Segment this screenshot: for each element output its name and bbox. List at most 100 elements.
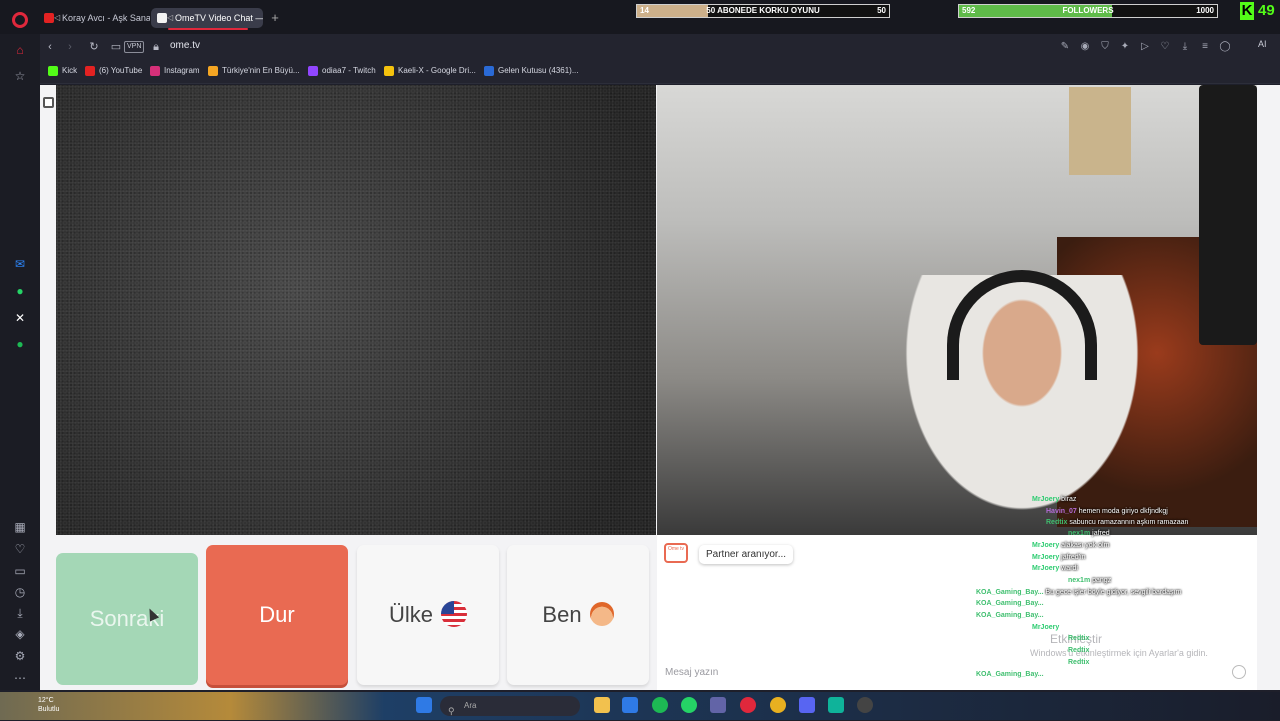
- weather-widget[interactable]: 12°C Bulutlu: [38, 696, 59, 714]
- tab-snap-icon[interactable]: ▭: [108, 39, 124, 55]
- bookmark-twitch[interactable]: odiaa7 - Twitch: [308, 66, 376, 76]
- subscriber-goal-label: 50 ABONEDE KORKU OYUNU: [706, 6, 820, 15]
- lock-icon[interactable]: 🔒︎: [148, 39, 164, 55]
- x-icon[interactable]: ✕: [12, 310, 28, 326]
- ai-button[interactable]: AI: [1258, 39, 1267, 49]
- opera-icon[interactable]: [740, 697, 756, 713]
- download-icon[interactable]: ⤓: [1178, 39, 1192, 55]
- tab-strip: ◁ Koray Avcı - Aşk Sana ◁ OmeTV Video Ch…: [0, 0, 1280, 34]
- forward-icon[interactable]: ›: [62, 39, 78, 55]
- messenger-icon[interactable]: ✉: [12, 256, 28, 272]
- avatar-icon: [589, 602, 614, 626]
- vpn-badge[interactable]: VPN: [124, 41, 145, 53]
- taskbar-search[interactable]: ⚲ Ara: [440, 696, 580, 716]
- new-tab-plus-icon[interactable]: +: [268, 11, 282, 25]
- tab-music[interactable]: ◁ Koray Avcı - Aşk Sana: [38, 8, 150, 28]
- play-icon[interactable]: ▷: [1138, 39, 1152, 55]
- spotify-icon[interactable]: ●: [12, 336, 28, 352]
- stream-chat-username: MrJoery: [1032, 565, 1060, 572]
- google-drive-icon: [384, 66, 394, 76]
- url-field[interactable]: ome.tv: [170, 40, 200, 51]
- search-icon: ⚲: [448, 706, 455, 716]
- sound-icon[interactable]: ◁: [167, 8, 173, 28]
- follower-goal-bar: 592 FOLLOWERS 1000: [958, 4, 1218, 18]
- follower-target: 1000: [1196, 6, 1214, 15]
- stream-chat-line: KOA_Gaming_Bay... Bu gece işler böyle gi…: [976, 589, 1181, 596]
- stream-chat-username: MrJoery: [1032, 624, 1060, 631]
- stream-chat-username: KOA_Gaming_Bay...: [976, 589, 1044, 596]
- stream-chat-username: Redtix: [1068, 659, 1090, 666]
- obs-icon[interactable]: [857, 697, 873, 713]
- box-icon[interactable]: ◈: [12, 626, 28, 642]
- heart-icon[interactable]: ♡: [12, 541, 28, 557]
- me-label: Ben: [542, 602, 582, 627]
- bookmark-google-drive[interactable]: Kaeli-X - Google Dri...: [384, 66, 476, 76]
- settings-icon[interactable]: ⚙: [12, 648, 28, 664]
- stream-chat-message: alakası yok olm: [1059, 542, 1110, 549]
- partner-video-static: [56, 85, 656, 535]
- stream-chat-username: Havin_07: [1046, 508, 1077, 515]
- shield-icon[interactable]: ⛉: [1098, 39, 1112, 55]
- history-icon[interactable]: ◷: [12, 584, 28, 600]
- next-button[interactable]: Sonraki: [56, 553, 198, 685]
- weather-temp: 12°C: [38, 697, 54, 704]
- stream-chat-overlay: MrJoery biraz Havin_07 hemen moda giriyo …: [960, 484, 1280, 720]
- stream-chat-line: nex1m jafred: [1068, 530, 1110, 537]
- bookmark-kick[interactable]: Kick: [48, 66, 77, 76]
- bookmark-instagram[interactable]: Instagram: [150, 66, 200, 76]
- country-button[interactable]: Ülke: [357, 545, 499, 685]
- us-flag-icon: [441, 601, 467, 627]
- bookmark-label: odiaa7 - Twitch: [322, 66, 376, 75]
- whatsapp-icon[interactable]: [681, 697, 697, 713]
- kick-count: 49: [1258, 2, 1275, 19]
- tab-label: Koray Avcı - Aşk Sana: [62, 13, 150, 23]
- subscriber-goal-bar: 14 50 ABONEDE KORKU OYUNU 50: [636, 4, 890, 18]
- windows-start-icon[interactable]: [416, 697, 432, 713]
- stream-chat-line: KOA_Gaming_Bay...: [976, 600, 1044, 607]
- teams-icon[interactable]: [710, 697, 726, 713]
- stream-chat-message: wardi: [1059, 565, 1078, 572]
- popout-icon[interactable]: [43, 97, 54, 108]
- download-icon[interactable]: ⤓: [12, 605, 28, 621]
- home-icon[interactable]: ⌂: [12, 42, 28, 58]
- stream-chat-username: Redtix: [1068, 647, 1090, 654]
- camera-icon[interactable]: ◉: [1078, 39, 1092, 55]
- whatsapp-icon[interactable]: ●: [12, 283, 28, 299]
- discord-icon[interactable]: [799, 697, 815, 713]
- stream-chat-line: MrJoery biraz: [1032, 496, 1076, 503]
- bookmark-label: Türkiye'nin En Büyü...: [222, 66, 300, 75]
- stream-chat-message: pangz: [1090, 577, 1112, 584]
- bookmarks-bar: Kick (6) YouTube Instagram Türkiye'nin E…: [40, 60, 1280, 84]
- reload-icon[interactable]: ↻: [86, 39, 102, 55]
- menu-icon[interactable]: ≡: [1198, 39, 1212, 55]
- stream-chat-message: hemen moda giriyo dkfjndkgj: [1076, 508, 1168, 515]
- spotify-icon[interactable]: [652, 697, 668, 713]
- bookmark-inbox[interactable]: Gelen Kutusu (4361)...: [484, 66, 579, 76]
- stop-button[interactable]: Dur: [206, 545, 348, 685]
- apps-icon[interactable]: ▦: [12, 519, 28, 535]
- message-input[interactable]: Mesaj yazın: [665, 667, 718, 678]
- file-explorer-icon[interactable]: [594, 697, 610, 713]
- mute-icon[interactable]: ◁: [54, 8, 60, 28]
- me-button[interactable]: Ben: [507, 545, 649, 685]
- back-icon[interactable]: ‹: [42, 39, 58, 55]
- bookmark-turkiye[interactable]: Türkiye'nin En Büyü...: [208, 66, 300, 76]
- opera-icon[interactable]: [12, 12, 28, 28]
- bookmark-youtube[interactable]: (6) YouTube: [85, 66, 142, 76]
- heart-icon[interactable]: ♡: [1158, 39, 1172, 55]
- self-webcam-video: [657, 85, 1257, 535]
- store-icon[interactable]: [622, 697, 638, 713]
- tab-ometv[interactable]: ◁ OmeTV Video Chat —: [151, 8, 263, 28]
- extensions-icon[interactable]: ✦: [1118, 39, 1132, 55]
- more-icon[interactable]: ⋯: [12, 670, 28, 686]
- instagram-icon: [150, 66, 160, 76]
- star-icon[interactable]: ☆: [12, 68, 28, 84]
- profile-icon[interactable]: ◯: [1218, 39, 1232, 55]
- site-icon: [208, 66, 218, 76]
- weather-desc: Bulutlu: [38, 706, 60, 713]
- chrome-icon[interactable]: [770, 697, 786, 713]
- edit-icon[interactable]: ✎: [1058, 39, 1072, 55]
- chat-icon[interactable]: ▭: [12, 563, 28, 579]
- stream-chat-line: MrJoery alakası yok olm: [1032, 542, 1109, 549]
- app-icon[interactable]: [828, 697, 844, 713]
